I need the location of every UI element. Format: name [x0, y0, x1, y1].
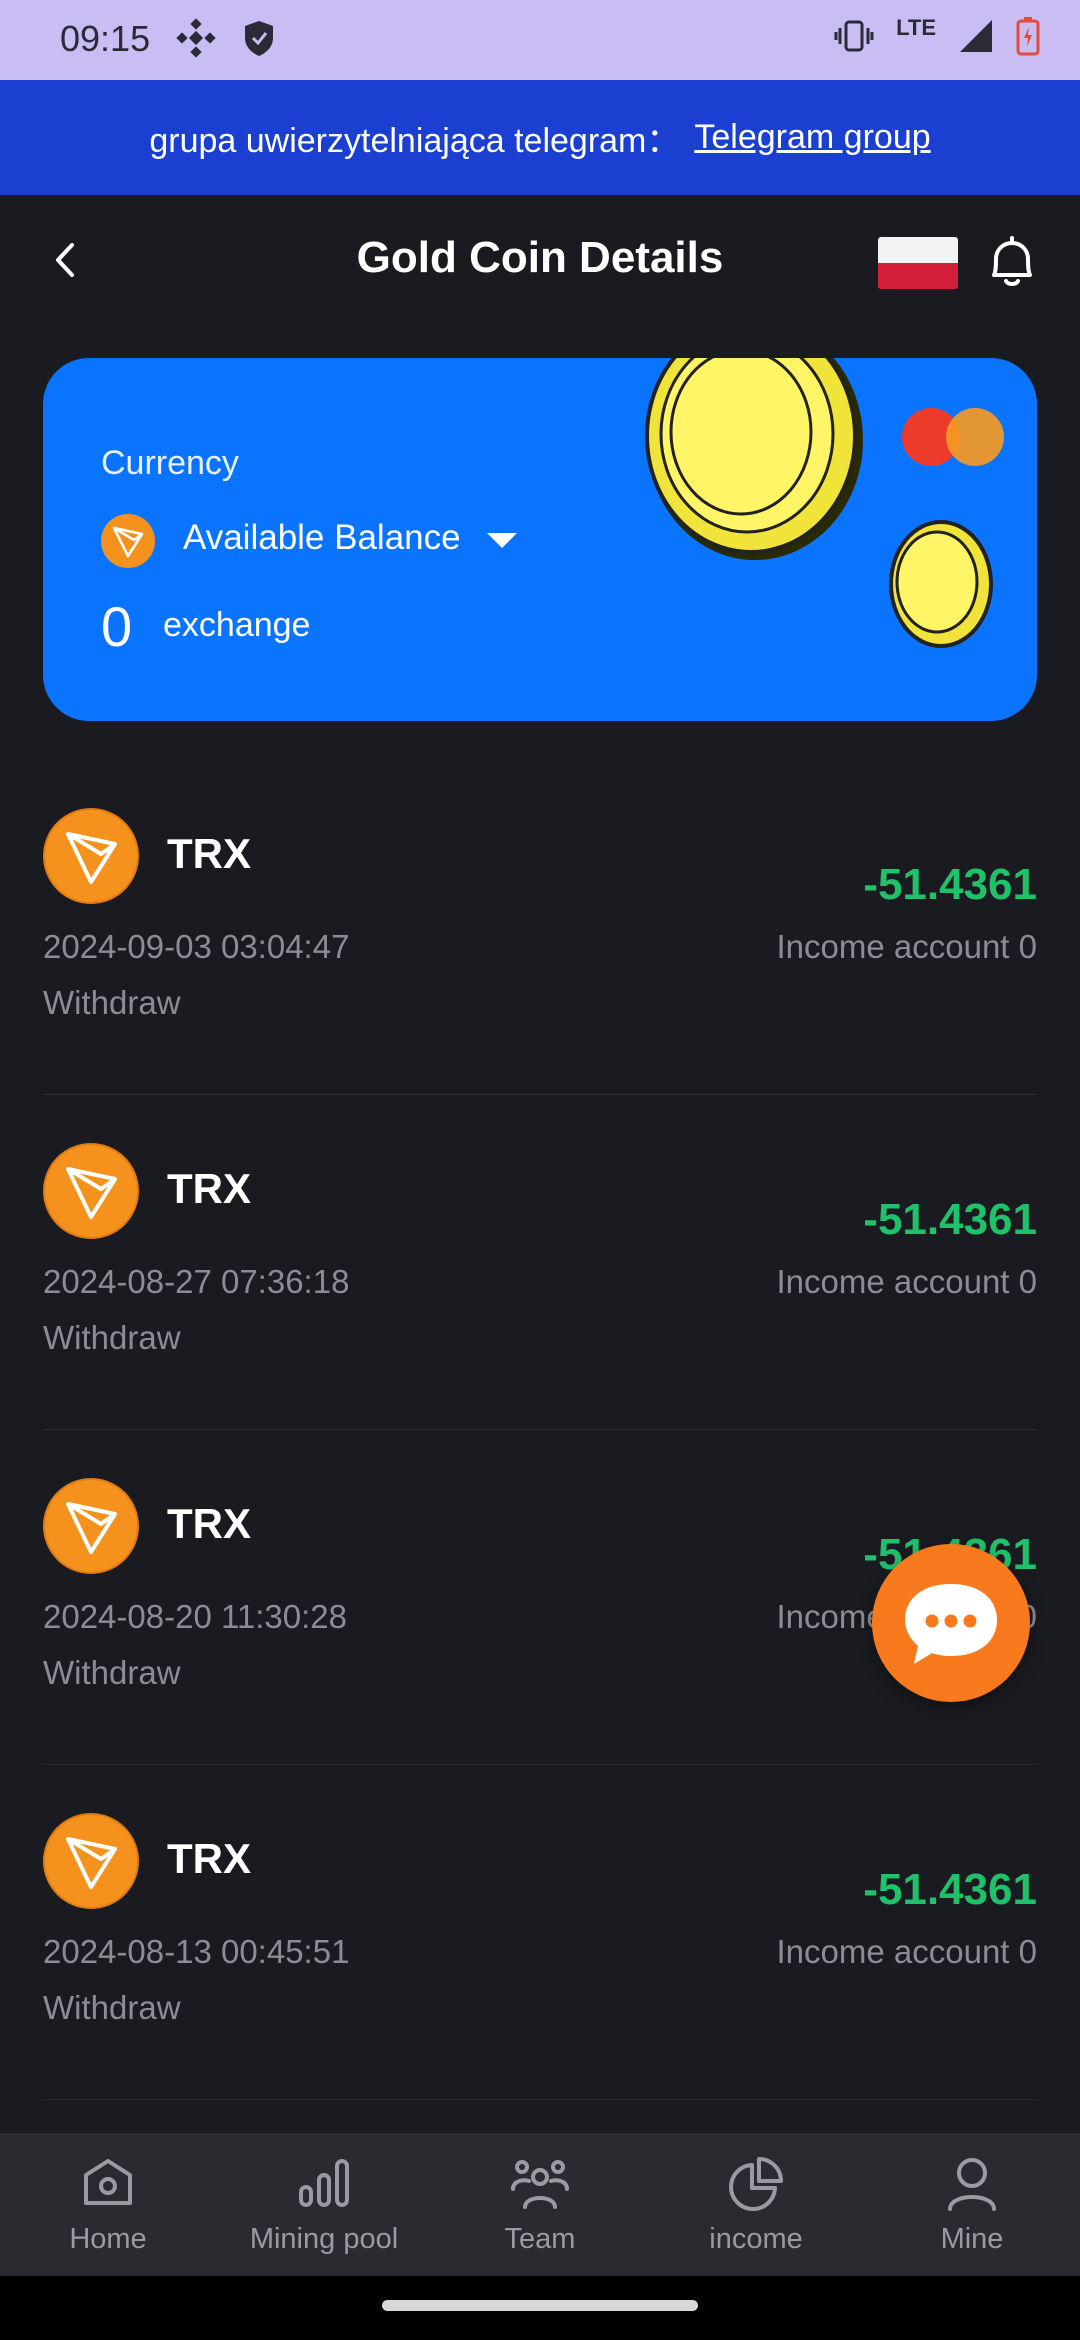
tx-amount: -51.4361 — [863, 1195, 1037, 1244]
trx-icon — [43, 1478, 139, 1574]
mastercard-icon — [902, 408, 1004, 466]
transaction-row[interactable]: TRX 2024-09-03 03:04:47 Withdraw -51.436… — [43, 760, 1037, 1095]
balance-card: Currency Available Balance 0 exchange — [43, 358, 1037, 721]
transaction-row[interactable]: TRX 2024-08-27 07:36:18 Withdraw -51.436… — [43, 1095, 1037, 1430]
tx-account: Income account 0 — [776, 1263, 1038, 1300]
nav-team-label: Team — [504, 2223, 576, 2255]
trx-icon — [43, 1143, 139, 1239]
nav-home-label: Home — [69, 2223, 147, 2255]
tx-type: Withdraw — [43, 1989, 181, 2026]
nav-team[interactable]: Team — [432, 2133, 648, 2276]
team-icon — [511, 2160, 569, 2209]
chat-bubble-icon — [905, 1584, 997, 1664]
page-header: Gold Coin Details — [0, 195, 1080, 325]
tx-amount: -51.4361 — [863, 1865, 1037, 1914]
binance-icon — [176, 18, 216, 58]
balance-amount: 0 — [101, 595, 133, 658]
status-notification-icons — [176, 18, 276, 58]
banner-text: grupa uwierzytelniająca telegram： — [149, 122, 681, 160]
nav-home[interactable]: Home — [0, 2133, 216, 2276]
tx-amount: -51.4361 — [863, 860, 1037, 909]
telegram-group-link[interactable]: Telegram group — [694, 118, 930, 157]
tx-symbol: TRX — [167, 1500, 251, 1547]
caret-down-icon[interactable] — [487, 533, 517, 548]
tx-symbol: TRX — [167, 830, 251, 877]
pie-chart-icon — [729, 2157, 783, 2211]
lte-label: LTE — [896, 15, 936, 40]
poland-flag-icon[interactable] — [878, 237, 958, 289]
tx-symbol: TRX — [167, 1165, 251, 1212]
tx-date: 2024-08-20 11:30:28 — [43, 1598, 347, 1635]
bar-chart-icon — [299, 2159, 349, 2207]
transaction-row[interactable]: TRX 2024-08-13 00:45:51 Withdraw -51.436… — [43, 1765, 1037, 2100]
nav-mining-pool-label: Mining pool — [249, 2223, 399, 2255]
bottom-nav: Home Mining pool Team income Mine — [0, 2133, 1080, 2276]
balance-type-select[interactable]: Available Balance — [183, 518, 461, 558]
signal-icon — [960, 20, 992, 52]
home-icon — [84, 2159, 132, 2205]
status-system-icons: LTE — [834, 15, 1040, 56]
exchange-label[interactable]: exchange — [163, 606, 310, 645]
chat-support-button[interactable] — [872, 1544, 1030, 1702]
tx-type: Withdraw — [43, 1654, 181, 1691]
shield-icon — [245, 21, 273, 56]
nav-mining-pool[interactable]: Mining pool — [216, 2133, 432, 2276]
nav-mine-label: Mine — [940, 2223, 1004, 2255]
status-time: 09:15 — [60, 18, 151, 59]
telegram-banner: grupa uwierzytelniająca telegram： Telegr… — [0, 80, 1080, 195]
trx-icon — [43, 1813, 139, 1909]
tx-date: 2024-08-27 07:36:18 — [43, 1263, 350, 1300]
battery-icon — [1016, 17, 1040, 56]
currency-label: Currency — [101, 444, 239, 482]
trx-token-icon — [101, 514, 155, 568]
tx-type: Withdraw — [43, 984, 181, 1021]
tx-type: Withdraw — [43, 1319, 181, 1356]
user-icon — [948, 2158, 996, 2211]
status-bar: 09:15 LTE — [0, 0, 1080, 80]
tx-symbol: TRX — [167, 1835, 251, 1882]
tx-account: Income account 0 — [776, 1933, 1038, 1970]
nav-income-label: income — [709, 2223, 803, 2255]
tx-date: 2024-08-13 00:45:51 — [43, 1933, 350, 1970]
trx-icon — [43, 808, 139, 904]
tx-account: Income account 0 — [776, 928, 1038, 965]
transaction-list: TRX 2024-09-03 03:04:47 Withdraw -51.436… — [43, 760, 1037, 2100]
nav-income[interactable]: income — [648, 2133, 864, 2276]
home-gesture-bar[interactable] — [382, 2300, 698, 2311]
vibrate-icon — [834, 20, 874, 52]
bell-icon[interactable] — [984, 233, 1040, 293]
tx-date: 2024-09-03 03:04:47 — [43, 928, 350, 965]
nav-mine[interactable]: Mine — [864, 2133, 1080, 2276]
